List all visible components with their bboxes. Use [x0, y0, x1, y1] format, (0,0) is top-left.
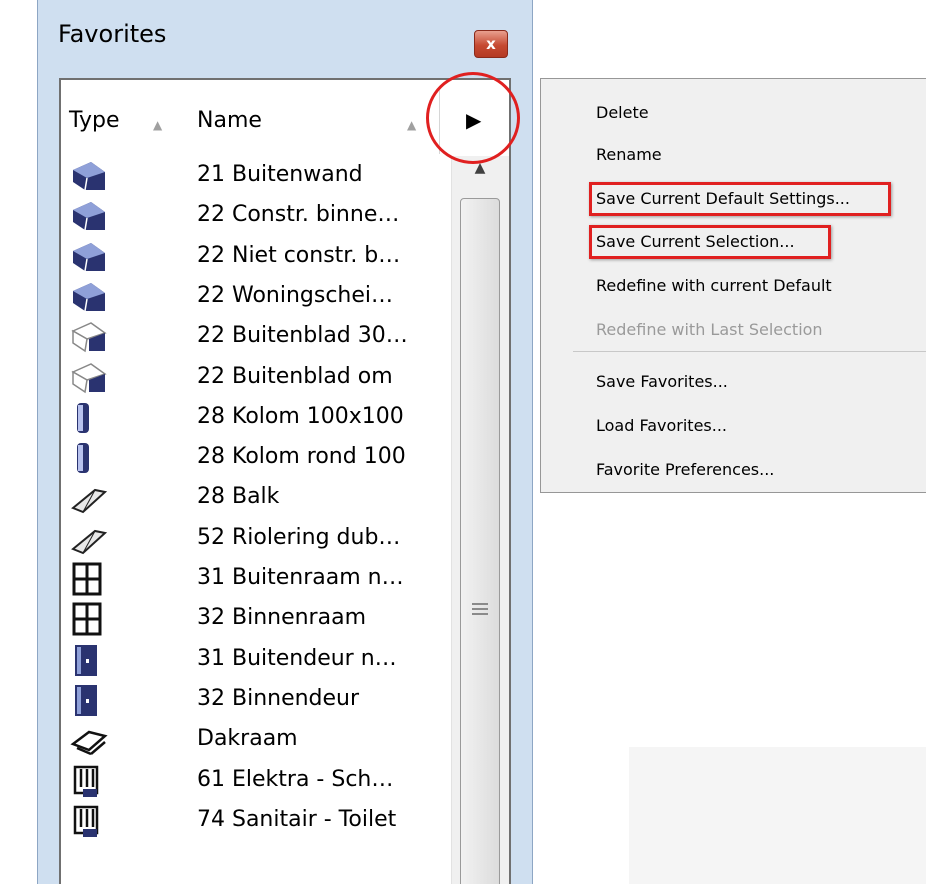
list-item[interactable]: 28 Balk [61, 478, 451, 518]
list-item[interactable]: 28 Kolom rond 100 [61, 438, 451, 478]
door-icon [69, 642, 109, 678]
menu-item-redefine-with-last-selection[interactable]: Redefine with Last Selection [596, 320, 823, 339]
list-item[interactable]: 22 Constr. binne… [61, 196, 451, 236]
list-item[interactable]: 74 Sanitair - Toilet [61, 801, 451, 841]
wall-icon [69, 158, 109, 194]
list-item[interactable]: 31 Buitenraam n… [61, 559, 451, 599]
list-item[interactable]: 32 Binnendeur [61, 680, 451, 720]
skylight-icon [69, 722, 109, 758]
list-item-label: 31 Buitenraam n… [197, 565, 404, 590]
annotation-highlight-box [589, 182, 891, 216]
column-icon [69, 440, 109, 476]
list-item-label: 22 Buitenblad 30… [197, 323, 408, 349]
list-item-label: 22 Buitenblad om [197, 363, 393, 389]
scrollbar-thumb[interactable] [460, 198, 500, 884]
sort-type-icon: ▲ [153, 118, 163, 132]
annotation-circle [426, 72, 520, 164]
wall-outline-icon [69, 319, 109, 355]
list-item-label: 31 Buitendeur n… [197, 645, 397, 671]
sort-name-icon: ▲ [407, 118, 417, 132]
list-item[interactable]: 32 Binnenraam [61, 599, 451, 639]
beam-icon [69, 480, 109, 516]
menu-item-delete[interactable]: Delete [596, 103, 649, 122]
wall-icon [69, 239, 109, 275]
list-item-label: 22 Niet constr. b… [197, 242, 401, 268]
list-item[interactable]: 22 Niet constr. b… [61, 237, 451, 277]
vertical-scrollbar[interactable]: ▲ [451, 156, 509, 884]
column-header-name[interactable]: Name [197, 108, 262, 133]
close-icon: x [486, 35, 496, 53]
wall-icon [69, 198, 109, 234]
list-item-label: 28 Kolom rond 100 [197, 444, 406, 470]
list-item-label: 52 Riolering dub… [197, 524, 401, 550]
beam-icon [69, 521, 109, 557]
list-item-label: 61 Elektra - Sch… [197, 766, 394, 792]
column-header-type[interactable]: Type [69, 108, 120, 133]
menu-item-load-favorites[interactable]: Load Favorites... [596, 416, 727, 435]
menu-item-redefine-with-current-default[interactable]: Redefine with current Default [596, 276, 832, 295]
context-menu: Delete Rename Save Current Default Setting… [540, 78, 926, 493]
list-item[interactable]: Dakraam [61, 720, 451, 760]
list-item[interactable]: 61 Elektra - Sch… [61, 761, 451, 801]
list-item[interactable]: 22 Buitenblad om [61, 358, 451, 398]
wall-icon [69, 279, 109, 315]
window-icon [69, 561, 109, 597]
annotation-highlight-box [589, 225, 831, 259]
menu-separator [573, 351, 926, 352]
list-item[interactable]: 21 Buitenwand [61, 156, 451, 196]
list-item[interactable]: 52 Riolering dub… [61, 519, 451, 559]
object-icon [69, 763, 109, 799]
list-item-label: 22 Woningschei… [197, 282, 394, 308]
list-item-label: 74 Sanitair - Toilet [197, 806, 397, 832]
list-item-label: 32 Binnenraam [197, 605, 366, 631]
list-item-label: 28 Balk [197, 484, 280, 510]
list-item[interactable]: 31 Buitendeur n… [61, 640, 451, 680]
palette-title: Favorites [58, 20, 167, 48]
thumb-grip-icon [472, 603, 488, 618]
door-icon [69, 682, 109, 718]
list-item[interactable]: 22 Woningschei… [61, 277, 451, 317]
list-item[interactable]: 22 Buitenblad 30… [61, 317, 451, 357]
close-button[interactable]: x [474, 30, 508, 58]
favorites-list: Type ▲ Name ▲ ▶ 21 Buitenwand 22 Constr. … [59, 78, 511, 884]
menu-item-rename[interactable]: Rename [596, 145, 662, 164]
list-item[interactable]: 28 Kolom 100x100 [61, 398, 451, 438]
wall-outline-icon [69, 360, 109, 396]
object-icon [69, 803, 109, 839]
menu-item-favorite-preferences[interactable]: Favorite Preferences... [596, 460, 774, 479]
column-icon [69, 400, 109, 436]
list-item-label: 22 Constr. binne… [197, 202, 400, 228]
list-item-label: Dakraam [197, 726, 298, 752]
menu-item-save-favorites[interactable]: Save Favorites... [596, 372, 728, 391]
window-icon [69, 601, 109, 637]
background-panel [629, 747, 926, 884]
list-item-label: 28 Kolom 100x100 [197, 403, 404, 429]
list-item-label: 32 Binnendeur [197, 685, 360, 711]
list-item-label: 21 Buitenwand [197, 162, 363, 187]
